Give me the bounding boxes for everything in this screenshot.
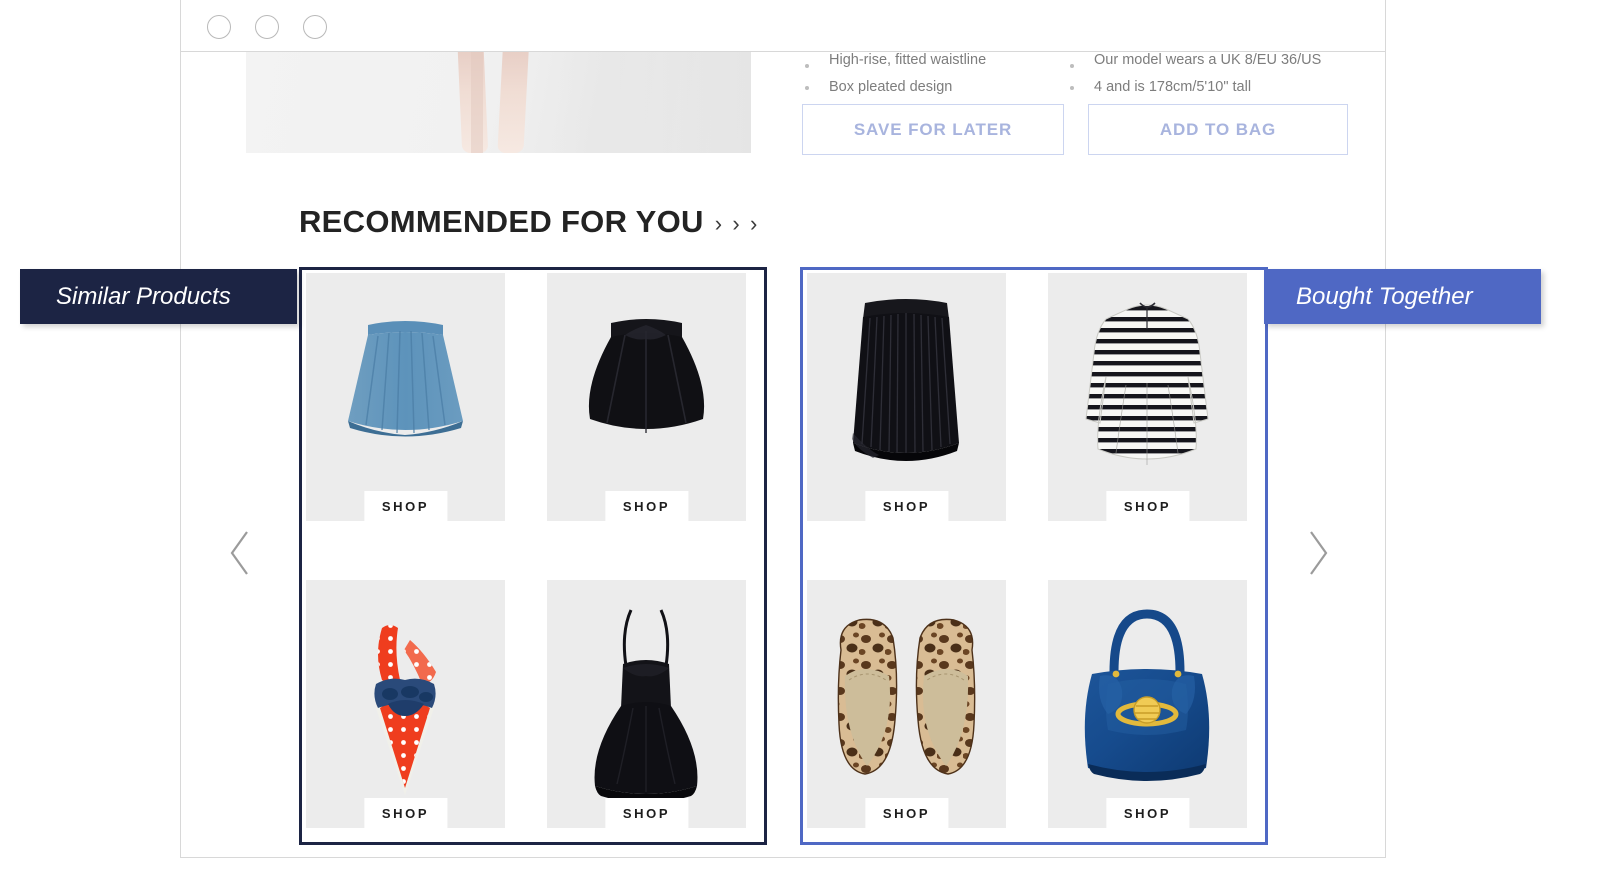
add-to-bag-button[interactable]: ADD TO BAG xyxy=(1088,104,1348,155)
product-grid: SHOP SHOP SHOP SHOP xyxy=(302,270,764,842)
product-tile[interactable]: SHOP xyxy=(547,273,746,521)
chevron-right-icon: › xyxy=(750,210,758,236)
window-dot-maximize-icon[interactable] xyxy=(303,15,327,39)
recommendations-carousel: SHOP SHOP SHOP SHOP SHOP SHOP SHOP SHOP xyxy=(181,267,1385,852)
shop-button[interactable]: SHOP xyxy=(864,491,949,521)
black-accordion-pleat-skirt-icon xyxy=(807,273,1006,521)
product-hero-image[interactable] xyxy=(246,52,751,153)
product-tile[interactable]: SHOP xyxy=(807,580,1006,828)
bought-together-badge: Bought Together xyxy=(1264,269,1541,324)
striped-skater-dress-icon xyxy=(1048,273,1247,521)
product-description: High-rise, fitted waistline Box pleated … xyxy=(801,52,1361,162)
shop-button[interactable]: SHOP xyxy=(363,491,448,521)
bullet-column-left: High-rise, fitted waistline Box pleated … xyxy=(801,52,1061,101)
hero-gradient-overlay xyxy=(551,52,751,153)
recommended-heading-text: RECOMMENDED FOR YOU xyxy=(299,204,704,239)
shop-button[interactable]: SHOP xyxy=(864,798,949,828)
bullet-column-right: Our model wears a UK 8/EU 36/US 4 and is… xyxy=(1066,52,1326,101)
bullet-item: Our model wears a UK 8/EU 36/US xyxy=(1066,52,1326,74)
page-title: RECOMMENDED FOR YOU › › › xyxy=(299,204,758,240)
model-leg-gap xyxy=(471,52,483,153)
shop-button[interactable]: SHOP xyxy=(1105,798,1190,828)
shop-button[interactable]: SHOP xyxy=(363,798,448,828)
bought-together-panel: SHOP SHOP SHOP SHOP xyxy=(800,267,1268,845)
window-dot-close-icon[interactable] xyxy=(207,15,231,39)
product-grid: SHOP SHOP SHOP SHOP xyxy=(803,270,1265,842)
bullet-item: High-rise, fitted waistline xyxy=(801,52,1061,74)
blue-pleated-skirt-icon xyxy=(306,273,505,521)
chevron-right-icon: › xyxy=(732,210,740,236)
red-polka-dot-scarf-icon xyxy=(306,580,505,828)
blue-patent-handbag-icon xyxy=(1048,580,1247,828)
save-for-later-button[interactable]: SAVE FOR LATER xyxy=(802,104,1064,155)
similar-products-badge: Similar Products xyxy=(20,269,297,324)
shop-button[interactable]: SHOP xyxy=(604,798,689,828)
carousel-next-button[interactable] xyxy=(1304,529,1332,577)
black-skater-skirt-icon xyxy=(547,273,746,521)
carousel-prev-button[interactable] xyxy=(226,529,254,577)
product-tile[interactable]: SHOP xyxy=(547,580,746,828)
model-leg-right xyxy=(497,52,529,153)
page-content: High-rise, fitted waistline Box pleated … xyxy=(181,52,1385,858)
bullet-item: Box pleated design xyxy=(801,74,1061,101)
chevron-right-icon: › xyxy=(714,210,723,236)
browser-window: High-rise, fitted waistline Box pleated … xyxy=(180,0,1386,858)
heading-chevrons: › › › xyxy=(715,210,758,235)
shop-button[interactable]: SHOP xyxy=(604,491,689,521)
bullet-item: 4 and is 178cm/5'10" tall xyxy=(1066,74,1326,101)
window-dot-minimize-icon[interactable] xyxy=(255,15,279,39)
product-tile[interactable]: SHOP xyxy=(1048,273,1247,521)
black-cami-dress-icon xyxy=(547,580,746,828)
browser-titlebar xyxy=(181,0,1385,52)
leopard-print-loafers-icon xyxy=(807,580,1006,828)
shop-button[interactable]: SHOP xyxy=(1105,491,1190,521)
product-tile[interactable]: SHOP xyxy=(807,273,1006,521)
product-tile[interactable]: SHOP xyxy=(306,580,505,828)
product-tile[interactable]: SHOP xyxy=(306,273,505,521)
product-tile[interactable]: SHOP xyxy=(1048,580,1247,828)
product-action-buttons: SAVE FOR LATER ADD TO BAG xyxy=(801,104,1361,158)
similar-products-panel: SHOP SHOP SHOP SHOP xyxy=(299,267,767,845)
